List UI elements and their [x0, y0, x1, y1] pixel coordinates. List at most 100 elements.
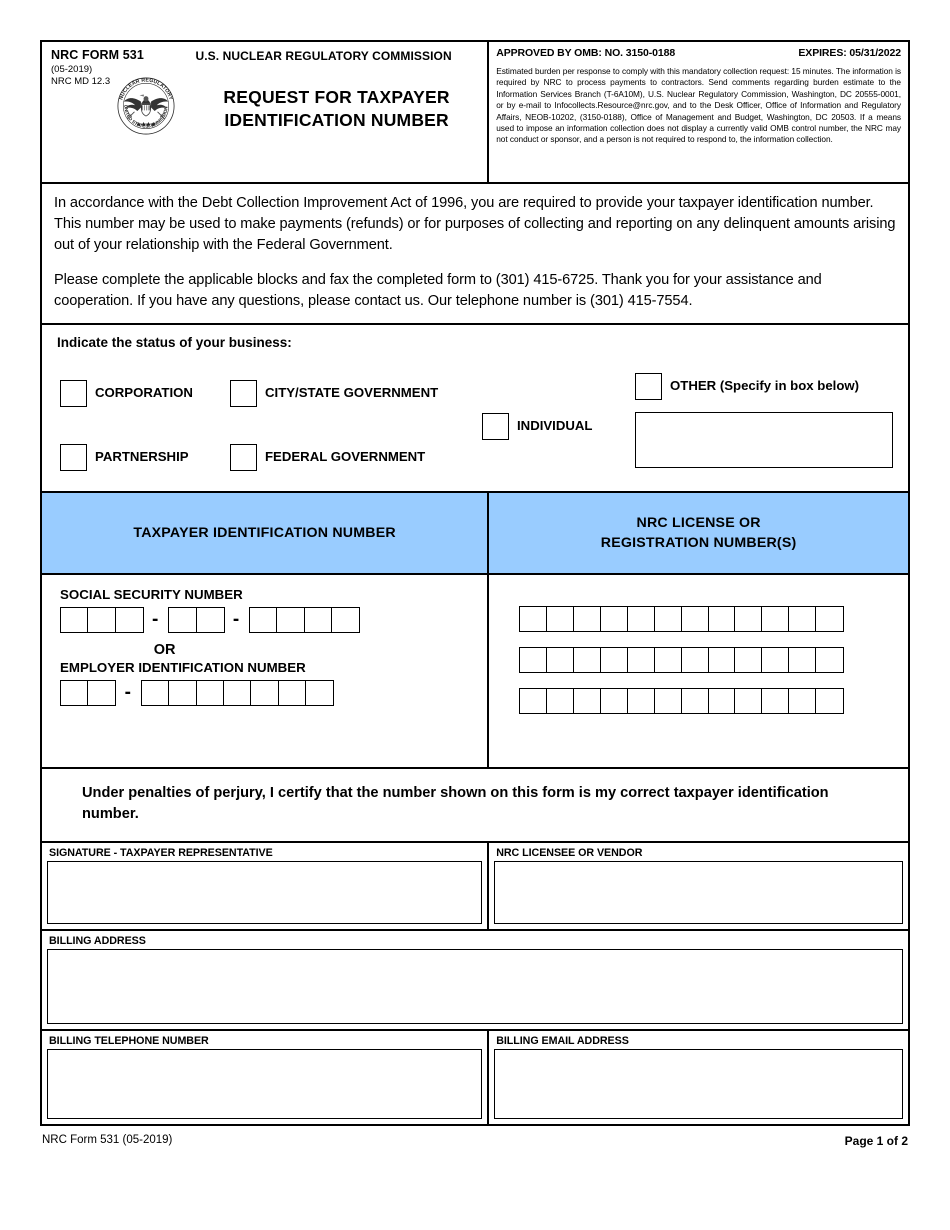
- license-char-box[interactable]: [788, 688, 817, 714]
- billing-email-label: BILLING EMAIL ADDRESS: [496, 1035, 629, 1047]
- license-char-box[interactable]: [707, 647, 737, 673]
- license-row-1[interactable]: [519, 606, 908, 632]
- license-char-box[interactable]: [519, 606, 548, 632]
- license-row-2[interactable]: [519, 647, 908, 673]
- billing-address-cell: BILLING ADDRESS: [42, 931, 908, 1029]
- license-char-box[interactable]: [599, 688, 629, 714]
- ssn-digit-box[interactable]: [114, 607, 144, 633]
- license-char-box[interactable]: [626, 647, 656, 673]
- signature-input[interactable]: [47, 861, 483, 924]
- billing-email-input[interactable]: [494, 1049, 903, 1119]
- label-city-state-government: CITY/STATE GOVERNMENT: [265, 385, 439, 400]
- ssn-digit-box[interactable]: [276, 607, 306, 633]
- agency-name: U.S. NUCLEAR REGULATORY COMMISSION: [195, 49, 452, 63]
- vendor-input[interactable]: [494, 861, 903, 924]
- license-char-box[interactable]: [599, 647, 629, 673]
- license-char-box[interactable]: [573, 688, 602, 714]
- ssn-digit-box[interactable]: [168, 607, 198, 633]
- omb-expires-label: EXPIRES: 05/31/2022: [798, 47, 901, 59]
- instructions-paragraph-1: In accordance with the Debt Collection I…: [54, 195, 896, 253]
- signature-cell: SIGNATURE - TAXPAYER REPRESENTATIVE: [42, 843, 490, 929]
- license-char-box[interactable]: [653, 688, 683, 714]
- license-char-box[interactable]: [653, 647, 683, 673]
- license-char-box[interactable]: [546, 647, 575, 673]
- signature-row: SIGNATURE - TAXPAYER REPRESENTATIVE NRC …: [42, 841, 908, 929]
- omb-block: APPROVED BY OMB: NO. 3150-0188 EXPIRES: …: [489, 42, 908, 182]
- ein-digit-box[interactable]: [87, 680, 117, 706]
- ein-digit-box[interactable]: [195, 680, 225, 706]
- ein-digit-box[interactable]: [168, 680, 198, 706]
- ein-digit-box[interactable]: [277, 680, 307, 706]
- label-individual: INDIVIDUAL: [517, 418, 593, 433]
- ssn-separator-dash: -: [232, 609, 240, 630]
- billing-address-input[interactable]: [47, 949, 903, 1024]
- ssn-group-1[interactable]: [60, 607, 144, 633]
- checkbox-other[interactable]: [635, 373, 662, 400]
- billing-phone-input[interactable]: [47, 1049, 483, 1119]
- ein-digit-box[interactable]: [223, 680, 253, 706]
- ssn-digit-box[interactable]: [303, 607, 333, 633]
- checkbox-city-state-government[interactable]: [230, 380, 257, 407]
- license-char-box[interactable]: [815, 688, 844, 714]
- license-char-box[interactable]: [761, 688, 790, 714]
- ein-group-1[interactable]: [60, 680, 117, 706]
- license-char-box[interactable]: [573, 647, 602, 673]
- ein-input-grid[interactable]: -: [60, 680, 487, 706]
- license-char-box[interactable]: [788, 606, 817, 632]
- nrc-seal-icon: NUCLEAR REGULATORY UNITED STATES COMMISS…: [110, 70, 182, 142]
- license-char-box[interactable]: [707, 688, 737, 714]
- license-char-box[interactable]: [815, 647, 844, 673]
- license-char-box[interactable]: [707, 606, 737, 632]
- ein-digit-box[interactable]: [60, 680, 89, 706]
- ein-digit-box[interactable]: [250, 680, 280, 706]
- ein-digit-box[interactable]: [305, 680, 335, 706]
- license-char-box[interactable]: [734, 688, 763, 714]
- ssn-digit-box[interactable]: [331, 607, 361, 633]
- license-char-box[interactable]: [734, 606, 763, 632]
- license-char-box[interactable]: [680, 606, 710, 632]
- license-char-box[interactable]: [788, 647, 817, 673]
- ssn-group-2[interactable]: [168, 607, 225, 633]
- billing-phone-cell: BILLING TELEPHONE NUMBER: [42, 1031, 490, 1124]
- checkbox-federal-government[interactable]: [230, 444, 257, 471]
- omb-approval-line: APPROVED BY OMB: NO. 3150-0188 EXPIRES: …: [496, 47, 901, 59]
- checkbox-corporation[interactable]: [60, 380, 87, 407]
- license-char-box[interactable]: [519, 647, 548, 673]
- checkbox-individual[interactable]: [482, 413, 509, 440]
- license-char-box[interactable]: [680, 647, 710, 673]
- label-partnership: PARTNERSHIP: [95, 449, 189, 464]
- license-char-box[interactable]: [653, 606, 683, 632]
- license-char-box[interactable]: [573, 606, 602, 632]
- license-char-box[interactable]: [546, 606, 575, 632]
- ein-group-2[interactable]: [140, 680, 335, 706]
- ssn-digit-box[interactable]: [249, 607, 279, 633]
- nrc-license-band-line1: NRC LICENSE OR: [636, 515, 761, 531]
- ssn-digit-box[interactable]: [60, 607, 89, 633]
- license-char-box[interactable]: [734, 647, 763, 673]
- ssn-group-3[interactable]: [249, 607, 361, 633]
- business-status-label: Indicate the status of your business:: [57, 335, 292, 350]
- nrc-license-band-line2: REGISTRATION NUMBER(S): [600, 535, 797, 551]
- form-page: NRC FORM 531 (05-2019) NRC MD 12.3 U.S. …: [40, 40, 910, 1170]
- footer-page-number: Page 1 of 2: [844, 1134, 908, 1148]
- other-specify-input[interactable]: [635, 412, 893, 468]
- license-char-box[interactable]: [519, 688, 548, 714]
- ssn-digit-box[interactable]: [87, 607, 117, 633]
- license-char-box[interactable]: [626, 688, 656, 714]
- form-md-number: NRC MD 12.3: [51, 75, 111, 87]
- taxpayer-id-band-title: TAXPAYER IDENTIFICATION NUMBER: [42, 493, 490, 573]
- license-char-box[interactable]: [599, 606, 629, 632]
- ssn-input-grid[interactable]: - -: [60, 607, 487, 633]
- license-char-box[interactable]: [626, 606, 656, 632]
- license-char-box[interactable]: [546, 688, 575, 714]
- license-char-box[interactable]: [761, 606, 790, 632]
- license-char-box[interactable]: [680, 688, 710, 714]
- ssn-digit-box[interactable]: [195, 607, 225, 633]
- license-row-3[interactable]: [519, 688, 908, 714]
- license-char-box[interactable]: [815, 606, 844, 632]
- header-identity-block: NRC FORM 531 (05-2019) NRC MD 12.3 U.S. …: [42, 42, 490, 182]
- ein-digit-box[interactable]: [140, 680, 170, 706]
- billing-address-row: BILLING ADDRESS: [42, 929, 908, 1029]
- license-char-box[interactable]: [761, 647, 790, 673]
- checkbox-partnership[interactable]: [60, 444, 87, 471]
